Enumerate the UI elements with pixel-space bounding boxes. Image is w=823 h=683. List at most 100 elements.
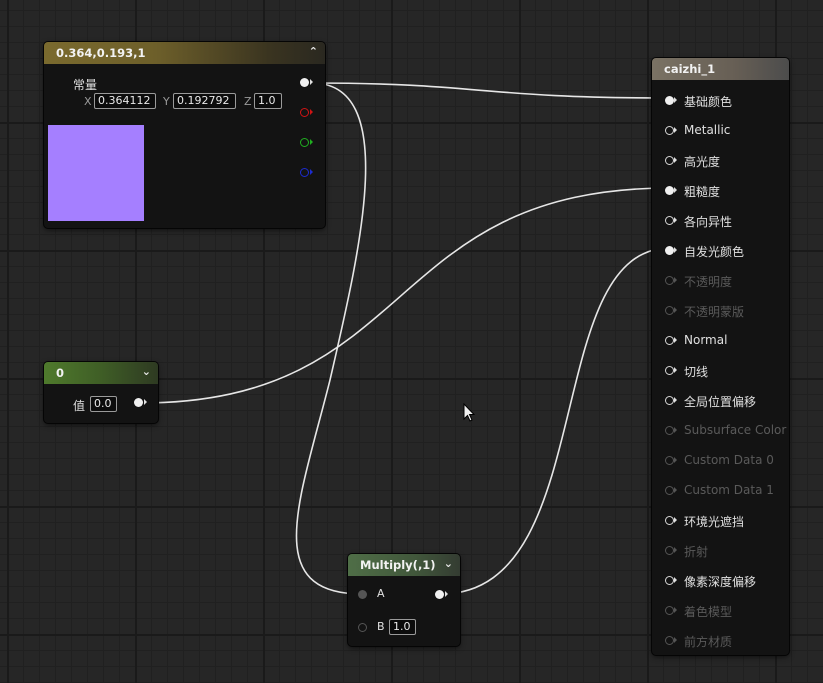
constant3-vector-node[interactable]: 0.364,0.193,1 ⌃ 常量 X Y Z xyxy=(44,42,325,228)
material-input-label: 折射 xyxy=(684,545,709,559)
output-b-pin[interactable] xyxy=(300,168,309,177)
wire-multiply-to-emissive xyxy=(440,247,671,595)
material-input-label: 全局位置偏移 xyxy=(684,395,757,409)
material-input-pin[interactable] xyxy=(665,456,674,465)
constant-node[interactable]: 0 ⌄ 值 xyxy=(44,362,158,423)
pin-arrow-icon xyxy=(674,127,677,133)
input-b-pin[interactable] xyxy=(358,623,367,632)
material-input-row[interactable]: Metallic xyxy=(652,123,789,137)
material-input-row[interactable]: Custom Data 0 xyxy=(652,453,789,467)
output-r-pin[interactable] xyxy=(300,108,309,117)
material-input-pin[interactable] xyxy=(665,366,674,375)
material-input-row[interactable]: 切线 xyxy=(652,363,789,379)
pin-arrow-icon xyxy=(445,591,448,597)
pin-arrow-icon xyxy=(674,397,677,403)
b-value-input[interactable] xyxy=(389,619,416,635)
y-value-input[interactable] xyxy=(173,93,236,109)
material-input-row[interactable]: 像素深度偏移 xyxy=(652,573,789,589)
pin-arrow-icon xyxy=(674,247,677,253)
mouse-cursor-icon xyxy=(463,403,475,422)
material-result-node[interactable]: caizhi_1 基础颜色 Metallic 高光度粗糙度各向异性自发光颜色不透明度… xyxy=(652,58,789,655)
material-input-pin[interactable] xyxy=(665,156,674,165)
material-input-pin[interactable] xyxy=(665,96,674,105)
pin-arrow-icon xyxy=(674,97,677,103)
z-label: Z xyxy=(244,95,252,108)
material-input-label: 高光度 xyxy=(684,155,721,169)
material-input-row[interactable]: 各向异性 xyxy=(652,213,789,229)
output-rgb-pin[interactable] xyxy=(300,78,309,87)
x-value-input[interactable] xyxy=(94,93,156,109)
pin-arrow-icon xyxy=(310,109,313,115)
collapse-down-icon[interactable]: ⌄ xyxy=(444,557,453,570)
pin-arrow-icon xyxy=(674,367,677,373)
material-input-pin[interactable] xyxy=(665,216,674,225)
material-input-pin[interactable] xyxy=(665,186,674,195)
material-input-row[interactable]: 不透明度 xyxy=(652,273,789,289)
collapse-up-icon[interactable]: ⌃ xyxy=(309,45,318,58)
material-input-row[interactable]: 不透明蒙版 xyxy=(652,303,789,319)
pin-arrow-icon xyxy=(674,277,677,283)
pin-arrow-icon xyxy=(674,637,677,643)
material-input-label: 粗糙度 xyxy=(684,185,721,199)
pin-arrow-icon xyxy=(674,187,677,193)
node-header[interactable]: caizhi_1 xyxy=(652,58,789,80)
material-input-row[interactable]: 折射 xyxy=(652,543,789,559)
material-input-pin[interactable] xyxy=(665,486,674,495)
y-label: Y xyxy=(163,95,170,108)
pin-arrow-icon xyxy=(310,169,313,175)
material-input-pin[interactable] xyxy=(665,246,674,255)
pin-arrow-icon xyxy=(674,457,677,463)
node-title: Multiply(,1) xyxy=(360,558,436,572)
node-header[interactable]: Multiply(,1) ⌄ xyxy=(348,554,460,576)
material-input-label: 不透明蒙版 xyxy=(684,305,745,319)
material-input-row[interactable]: 粗糙度 xyxy=(652,183,789,199)
material-input-row[interactable]: 环境光遮挡 xyxy=(652,513,789,529)
node-title: 0.364,0.193,1 xyxy=(56,46,146,60)
material-input-row[interactable]: Subsurface Color xyxy=(652,423,789,437)
color-preview-swatch xyxy=(48,125,144,221)
pin-arrow-icon xyxy=(674,517,677,523)
material-input-pin[interactable] xyxy=(665,396,674,405)
material-input-label: Custom Data 1 xyxy=(684,483,774,497)
material-input-label: 自发光颜色 xyxy=(684,245,745,259)
z-value-input[interactable] xyxy=(254,93,282,109)
input-a-pin[interactable] xyxy=(358,590,367,599)
material-input-row[interactable]: 基础颜色 xyxy=(652,93,789,109)
node-title: 0 xyxy=(56,366,65,380)
material-input-row[interactable]: 全局位置偏移 xyxy=(652,393,789,409)
node-header[interactable]: 0 ⌄ xyxy=(44,362,158,384)
material-input-pin[interactable] xyxy=(665,606,674,615)
node-header[interactable]: 0.364,0.193,1 ⌃ xyxy=(44,42,325,64)
multiply-node[interactable]: Multiply(,1) ⌄ A B xyxy=(348,554,460,646)
material-input-label: 切线 xyxy=(684,365,709,379)
output-pin[interactable] xyxy=(134,398,143,407)
pin-arrow-icon xyxy=(310,139,313,145)
output-pin[interactable] xyxy=(435,590,444,599)
material-input-label: 着色模型 xyxy=(684,605,733,619)
material-input-row[interactable]: 前方材质 xyxy=(652,633,789,649)
material-input-label: Subsurface Color xyxy=(684,423,787,437)
material-input-pin[interactable] xyxy=(665,336,674,345)
material-input-label: 前方材质 xyxy=(684,635,733,649)
output-g-pin[interactable] xyxy=(300,138,309,147)
pin-arrow-icon xyxy=(674,157,677,163)
pin-arrow-icon xyxy=(674,607,677,613)
material-input-row[interactable]: 自发光颜色 xyxy=(652,243,789,259)
value-input[interactable] xyxy=(90,396,117,412)
material-input-row[interactable]: Normal xyxy=(652,333,789,347)
material-input-row[interactable]: Custom Data 1 xyxy=(652,483,789,497)
material-input-pin[interactable] xyxy=(665,126,674,135)
material-input-row[interactable]: 着色模型 xyxy=(652,603,789,619)
material-input-pin[interactable] xyxy=(665,426,674,435)
material-input-label: 不透明度 xyxy=(684,275,733,289)
collapse-down-icon[interactable]: ⌄ xyxy=(142,365,151,378)
material-input-pin[interactable] xyxy=(665,276,674,285)
material-input-row[interactable]: 高光度 xyxy=(652,153,789,169)
material-input-pin[interactable] xyxy=(665,576,674,585)
material-input-pin[interactable] xyxy=(665,636,674,645)
material-input-pin[interactable] xyxy=(665,306,674,315)
value-label: 值 xyxy=(73,399,86,413)
material-input-pin[interactable] xyxy=(665,516,674,525)
material-input-pin[interactable] xyxy=(665,546,674,555)
material-input-label: Normal xyxy=(684,333,728,347)
